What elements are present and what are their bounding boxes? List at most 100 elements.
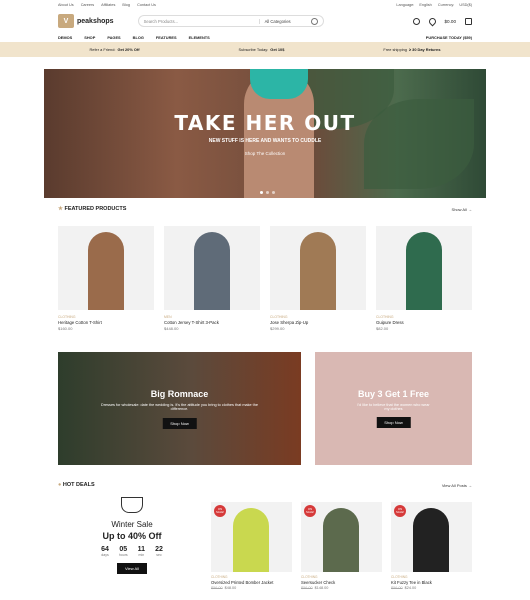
sale-price: $148.00 [314,586,329,590]
banner-title: Buy 3 Get 1 Free [357,389,430,399]
featured-title-text: FEATURED PRODUCTS [64,206,127,212]
product-name[interactable]: Heritage Cotton T-Shirt [58,320,154,325]
nav-elements[interactable]: ELEMENTS [189,35,210,40]
product-card[interactable]: CLOTHING Jose Sherpa Zip-Up $299.00 [270,226,366,331]
countdown-timer: 64 days 05 hours 11 min 22 sec [58,546,206,557]
product-category: CLOTHING [376,315,394,319]
shop-now-button[interactable]: Shop Now [162,418,197,429]
product-name[interactable]: Cotton Jersey T-Shirt 3-Pack [164,320,260,325]
cart-icon[interactable] [465,17,472,25]
hero-cta-link[interactable]: Shop The Collection [44,151,486,156]
sale-badge: ON SALE! [304,505,316,517]
deal-card[interactable]: ON SALE! CLOTHING Oversized Printed Bomb… [211,502,292,590]
banner-buy-3-get-1[interactable]: Buy 3 Get 1 Free I'd like to believe tha… [315,352,472,465]
promo-highlight: Get 20% Off [117,47,140,52]
top-link-blog[interactable]: Blog [122,3,130,7]
product-name[interactable]: Oversized Printed Bomber Jacket [211,580,292,585]
nav-shop[interactable]: SHOP [84,35,95,40]
view-all-posts-link[interactable]: View All Posts → [442,483,472,488]
featured-header: ★ FEATURED PRODUCTS Show All → [58,206,472,212]
hot-deals-header: ● HOT DEALS View All Posts → [58,482,472,488]
product-category: MEN [164,315,172,319]
slider-dot[interactable] [266,191,269,194]
product-image[interactable]: ON SALE! [301,502,382,572]
product-category: CLOTHING [211,575,228,579]
product-card[interactable]: MEN Cotton Jersey T-Shirt 3-Pack $448.00 [164,226,260,331]
slider-dot[interactable] [272,191,275,194]
product-image[interactable]: ON SALE! [391,502,472,572]
language-select[interactable]: English [419,3,431,7]
top-bar: About Us Careers Affiliates Blog Contact… [0,0,530,10]
promo-highlight: ≥ 30 Day Returns [408,47,441,52]
deal-card[interactable]: ON SALE! CLOTHING Seersucker Check $56.0… [301,502,382,590]
hot-deals-title: ● HOT DEALS [58,482,95,488]
product-price: $448.00 [164,326,179,331]
nav-pages[interactable]: PAGES [107,35,120,40]
sale-price: $48.00 [224,586,237,590]
promo-text: Subscribe Today: [238,47,269,52]
category-select[interactable]: All Categories [258,18,307,24]
logo[interactable]: V peakshops [58,14,114,28]
wishlist-icon[interactable] [427,16,437,26]
search-icon[interactable] [310,17,318,25]
product-model-image [300,232,336,310]
product-image[interactable] [270,226,366,310]
winter-sale-countdown: Winter Sale Up to 40% Off 64 days 05 hours… [58,497,206,592]
purchase-link[interactable]: PURCHASE TODAY ($59) [426,35,472,40]
product-name[interactable]: Kit Fuzzy Tee in Black [391,580,472,585]
banner-text: I'd like to believe that the women who w… [357,403,430,411]
sale-badge: ON SALE! [214,505,226,517]
top-link-contact[interactable]: Contact Us [137,3,156,7]
old-price: $56.00 [301,586,313,590]
product-model-image [413,508,449,572]
nav-blog[interactable]: BLOG [133,35,144,40]
top-link-careers[interactable]: Careers [81,3,95,7]
product-model-image [323,508,359,572]
view-all-button[interactable]: View All [117,563,147,574]
coffee-cup-icon [121,497,143,513]
deal-card[interactable]: ON SALE! CLOTHING Kit Fuzzy Tee in Black… [391,502,472,590]
nav-demos[interactable]: DEMOS [58,35,72,40]
search-bar: Search Products... All Categories [137,15,324,27]
product-name[interactable]: Jose Sherpa Zip-Up [270,320,366,325]
promo-highlight: Get 10$ [270,47,285,52]
banner-big-romance[interactable]: Big Romnace Dresses for wholesale: date … [58,352,301,465]
show-all-label: Show All [451,206,467,212]
hero-title: TAKE HER OUT [174,111,356,135]
featured-show-all[interactable]: Show All → [452,207,472,212]
product-name[interactable]: Seersucker Check [301,580,382,585]
secs-value: 22 [155,546,163,553]
product-model-image [406,232,442,310]
sale-subtitle: Up to 40% Off [102,531,162,541]
currency-select[interactable]: USD($) [459,3,472,7]
product-card[interactable]: CLOTHING Heritage Cotton T-Shirt $160.00 [58,226,154,331]
product-image[interactable] [376,226,472,310]
product-price: $82.00 [376,326,389,331]
product-card[interactable]: CLOTHING Guipure Dress $82.00 [376,226,472,331]
view-all-label: View All Posts [441,482,467,488]
promo-text: Refer a Friend: [89,47,116,52]
product-price: $56.00 $148.00 [301,586,382,590]
top-link-about[interactable]: About Us [58,3,74,7]
nav-features[interactable]: FEATURES [156,35,177,40]
product-name[interactable]: Guipure Dress [376,320,472,325]
old-price: $56.00 [391,586,403,590]
product-image[interactable]: ON SALE! [211,502,292,572]
top-link-affiliates[interactable]: Affiliates [101,3,115,7]
cart-total[interactable]: $0.00 [445,19,457,24]
slider-dot[interactable] [260,191,263,194]
product-category: CLOTHING [58,315,76,319]
promo-item: Refer a Friend: Get 20% Off [90,47,140,52]
account-icon[interactable] [412,17,420,25]
hours-label: hours [118,553,128,557]
arrow-right-icon: → [468,206,472,212]
countdown-days: 64 days [101,546,109,557]
product-image[interactable] [58,226,154,310]
product-image[interactable] [164,226,260,310]
shop-now-button[interactable]: Shop Now [376,417,411,428]
hero-slider[interactable]: TAKE HER OUT NEW STUFF IS HERE AND WANTS… [44,69,486,198]
header-icons: $0.00 [412,16,472,26]
product-model-image [194,232,230,310]
countdown-hours: 05 hours [119,546,128,557]
search-input[interactable]: Search Products... [144,19,259,24]
